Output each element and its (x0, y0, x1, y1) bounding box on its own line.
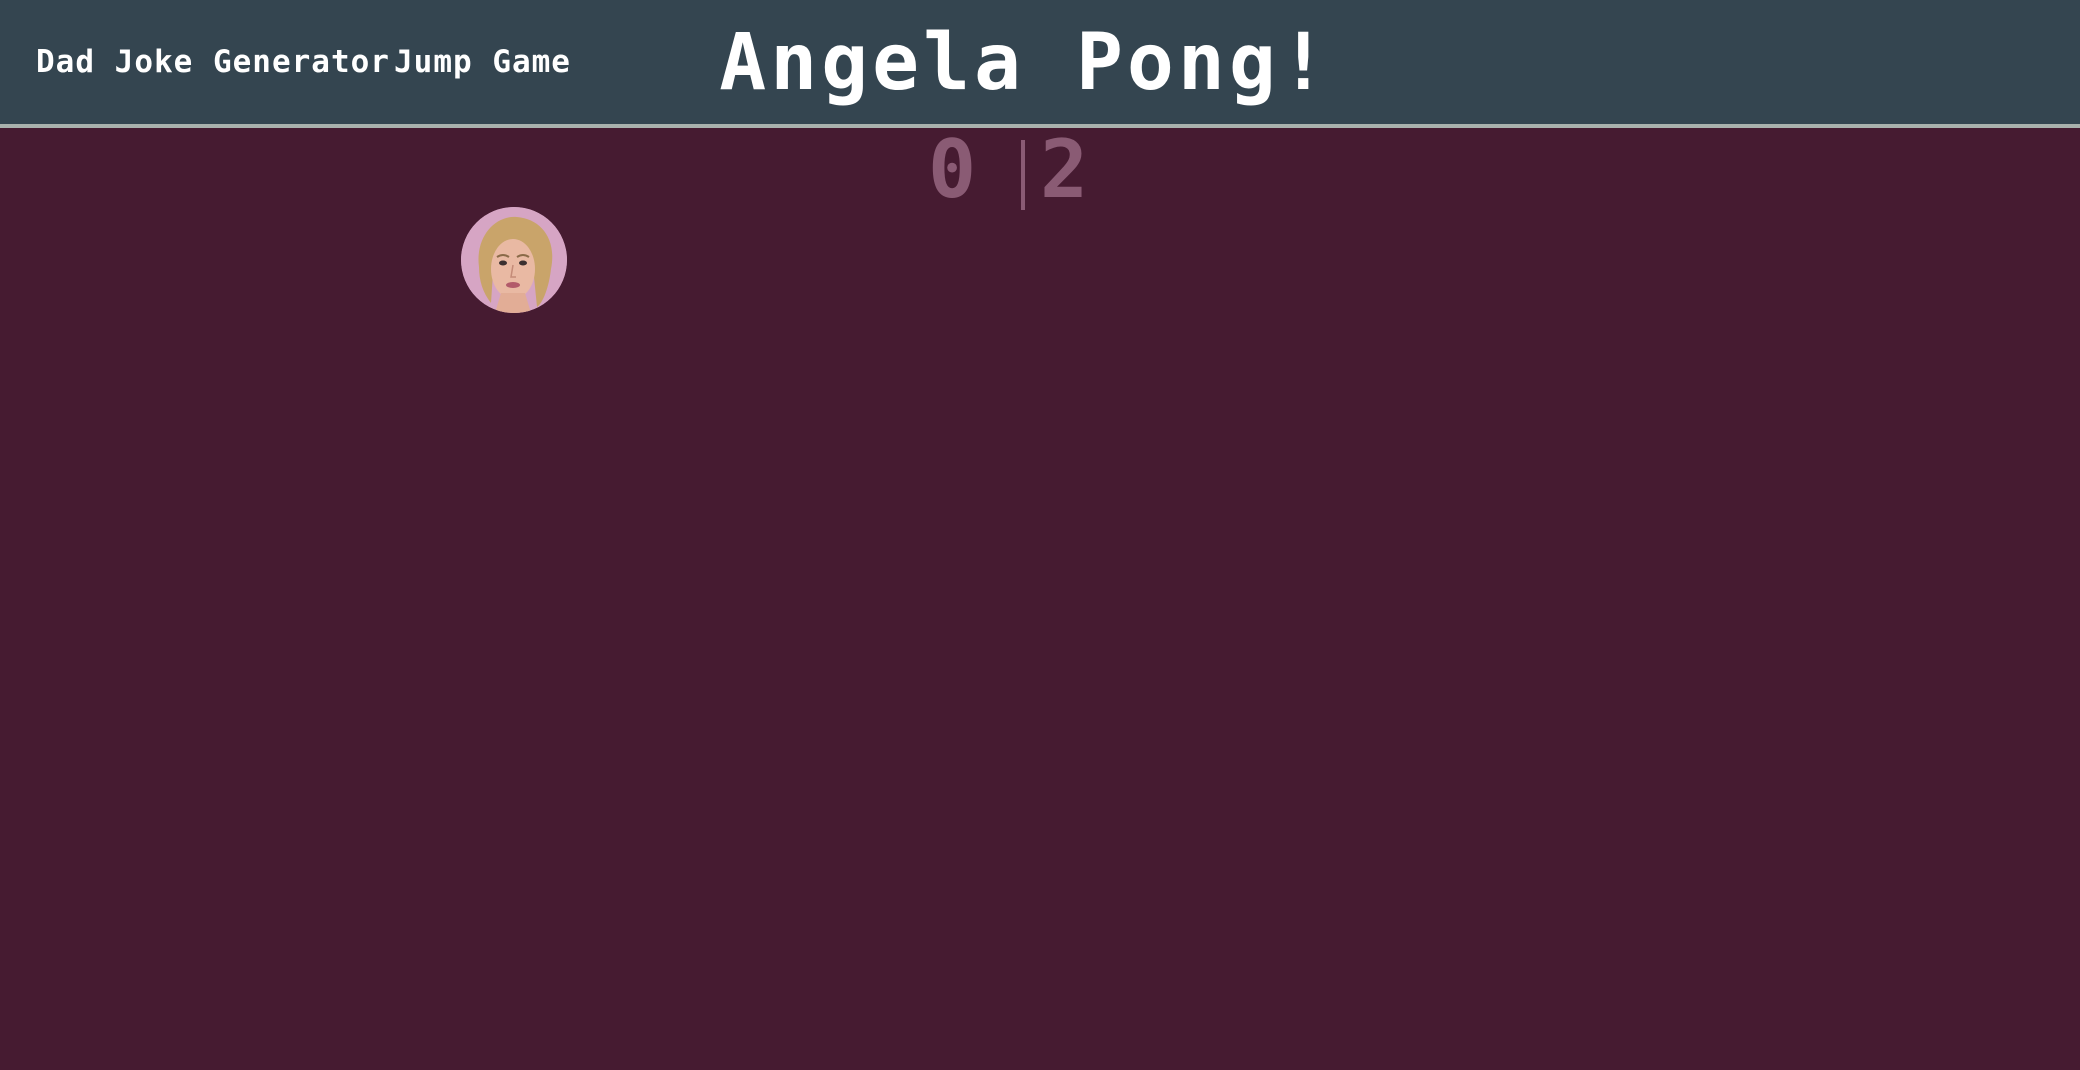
angela-face-ball (461, 207, 567, 313)
score-divider (1021, 140, 1025, 210)
right-score: 2 (1040, 123, 1089, 216)
face-icon (461, 207, 567, 313)
pong-game-area[interactable] (0, 132, 2080, 1070)
left-score: 0 (928, 123, 977, 216)
top-nav-bar: Dad Joke Generator Jump Game Angela Pong… (0, 0, 2080, 128)
page-title: Angela Pong! (719, 18, 1331, 108)
